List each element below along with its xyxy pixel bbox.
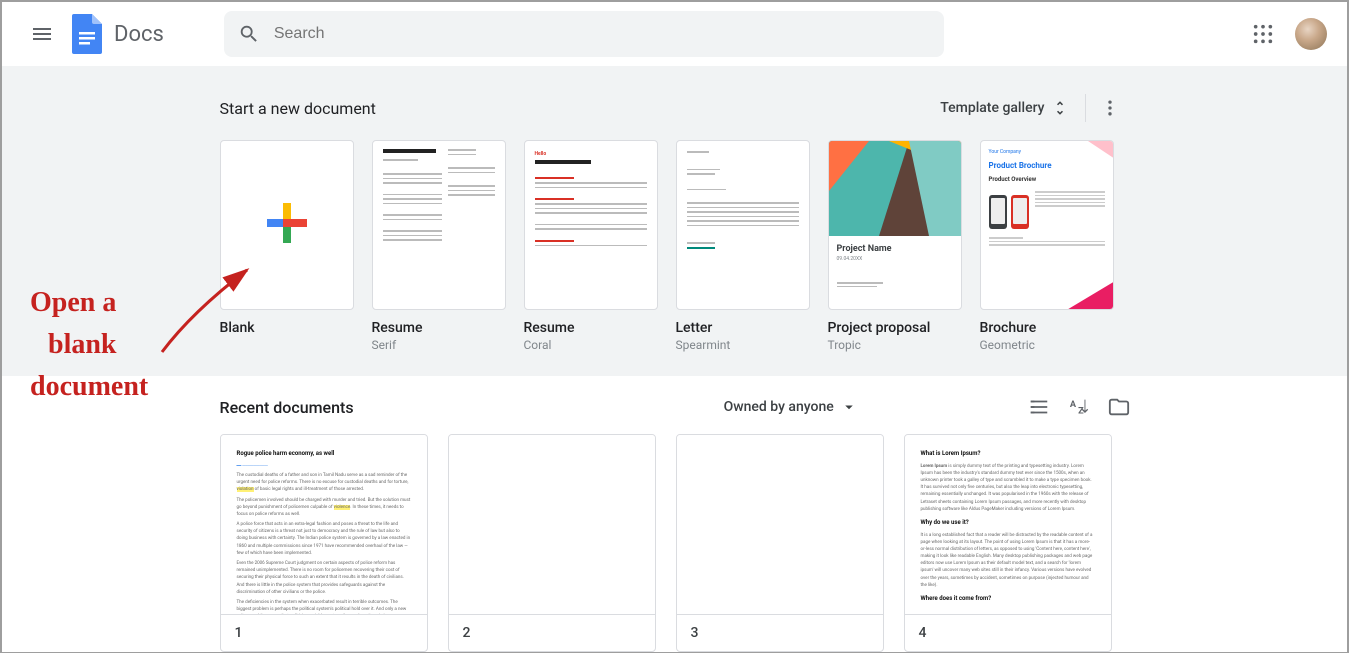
- folder-icon: [1108, 396, 1130, 418]
- apps-grid-icon: [1252, 23, 1274, 45]
- template-name: Brochure: [980, 320, 1114, 336]
- template-name: Resume: [524, 320, 658, 336]
- svg-text:A: A: [1069, 400, 1076, 410]
- template-subtitle: Geometric: [980, 338, 1114, 352]
- search-input[interactable]: [274, 25, 930, 43]
- doc-subheading-2: Where does it come from?: [921, 594, 1095, 604]
- templates-section: Start a new document Template gallery: [2, 66, 1347, 376]
- list-view-icon: [1028, 396, 1050, 418]
- svg-text:Z: Z: [1078, 406, 1084, 416]
- main-menu-button[interactable]: [18, 10, 66, 58]
- hamburger-icon: [30, 22, 54, 46]
- template-blank[interactable]: Blank: [220, 140, 354, 352]
- template-name: Blank: [220, 320, 354, 336]
- brochure-title: Product Brochure: [989, 161, 1105, 170]
- template-name: Project proposal: [828, 320, 962, 336]
- template-subtitle: Tropic: [828, 338, 962, 352]
- search-bar[interactable]: [224, 11, 944, 57]
- unfold-icon: [1051, 99, 1069, 117]
- template-name: Resume: [372, 320, 506, 336]
- brochure-overview: Product Overview: [989, 176, 1105, 183]
- divider: [1085, 94, 1086, 122]
- app-header: Docs: [2, 2, 1347, 66]
- recent-doc-2[interactable]: 2: [448, 434, 656, 652]
- template-brochure[interactable]: Your Company Product Brochure Product Ov…: [980, 140, 1114, 352]
- templates-more-button[interactable]: [1090, 88, 1130, 128]
- template-name: Letter: [676, 320, 810, 336]
- recent-thumb: What is Lorem Ipsum? Lorem Ipsum is simp…: [905, 435, 1111, 615]
- template-thumb: Your Company Product Brochure Product Ov…: [980, 140, 1114, 310]
- sort-az-icon: AZ: [1068, 396, 1090, 418]
- list-view-button[interactable]: [1028, 396, 1050, 418]
- template-thumb: Hello: [524, 140, 658, 310]
- doc-heading: Rogue police harm economy, as well: [237, 449, 411, 459]
- template-gallery-label: Template gallery: [940, 100, 1044, 116]
- app-title: Docs: [114, 22, 164, 47]
- template-subtitle: Spearmint: [676, 338, 810, 352]
- template-project-proposal[interactable]: Project Name 09.04.20XX Project proposal…: [828, 140, 962, 352]
- search-icon: [238, 23, 260, 45]
- recent-doc-3[interactable]: 3: [676, 434, 884, 652]
- template-subtitle: Coral: [524, 338, 658, 352]
- template-blank-thumb: [220, 140, 354, 310]
- template-thumb: [676, 140, 810, 310]
- template-gallery-button[interactable]: Template gallery: [928, 93, 1080, 123]
- dropdown-arrow-icon: [840, 398, 858, 416]
- doc-subheading: Why do we use it?: [921, 518, 1095, 528]
- account-avatar[interactable]: [1291, 14, 1331, 54]
- recent-doc-label: 1: [221, 615, 427, 651]
- docs-logo-icon: [70, 16, 106, 52]
- template-letter-spearmint[interactable]: Letter Spearmint: [676, 140, 810, 352]
- logo-area[interactable]: Docs: [70, 16, 164, 52]
- template-resume-serif[interactable]: Resume Serif: [372, 140, 506, 352]
- owned-by-label: Owned by anyone: [724, 399, 834, 415]
- sort-button[interactable]: AZ: [1068, 396, 1090, 418]
- doc-heading: What is Lorem Ipsum?: [921, 449, 1095, 459]
- recent-thumb: [677, 435, 883, 615]
- proposal-thumb-title: Project Name: [837, 244, 953, 254]
- start-new-doc-title: Start a new document: [220, 99, 376, 118]
- avatar-image: [1295, 18, 1327, 50]
- more-vert-icon: [1100, 98, 1120, 118]
- google-apps-button[interactable]: [1243, 14, 1283, 54]
- file-picker-button[interactable]: [1108, 396, 1130, 418]
- recent-documents-title: Recent documents: [220, 398, 354, 417]
- recent-section: Recent documents Owned by anyone AZ: [2, 376, 1347, 652]
- recent-doc-label: 3: [677, 615, 883, 651]
- recent-thumb: [449, 435, 655, 615]
- recent-thumb: Rogue police harm economy, as well ━━ ──…: [221, 435, 427, 615]
- template-subtitle: Serif: [372, 338, 506, 352]
- plus-icon: [263, 199, 311, 251]
- template-thumb: [372, 140, 506, 310]
- template-resume-coral[interactable]: Hello Resume: [524, 140, 658, 352]
- template-thumb: Project Name 09.04.20XX: [828, 140, 962, 310]
- owned-by-dropdown[interactable]: Owned by anyone: [724, 398, 858, 416]
- recent-doc-1[interactable]: Rogue police harm economy, as well ━━ ──…: [220, 434, 428, 652]
- recent-doc-label: 4: [905, 615, 1111, 651]
- recent-doc-4[interactable]: What is Lorem Ipsum? Lorem Ipsum is simp…: [904, 434, 1112, 652]
- recent-doc-label: 2: [449, 615, 655, 651]
